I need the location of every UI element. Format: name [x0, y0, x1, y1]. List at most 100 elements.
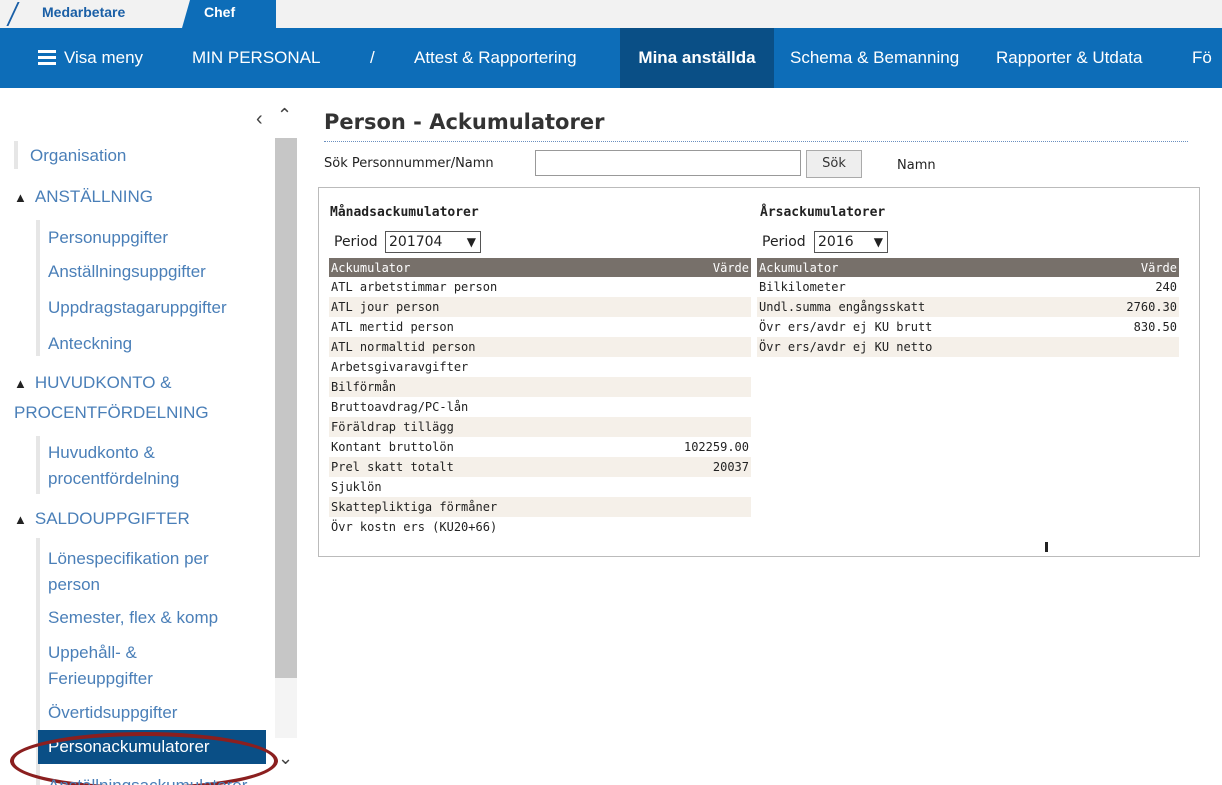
- sidebar-item-lonespecifikation[interactable]: Lönespecifikation per person: [48, 546, 268, 598]
- accumulator-value: 830.50: [1133, 320, 1177, 334]
- accumulator-name: ATL mertid person: [331, 320, 454, 334]
- nav-mina-anstallda[interactable]: Mina anställda: [620, 28, 774, 88]
- table-row[interactable]: Bilkilometer 240: [757, 277, 1179, 297]
- accumulator-name: Övr kostn ers (KU20+66): [331, 520, 498, 534]
- table-row[interactable]: Övr kostn ers (KU20+66): [329, 517, 751, 537]
- scroll-up-icon[interactable]: ⌃: [277, 105, 292, 126]
- table-row[interactable]: Föräldrap tillägg: [329, 417, 751, 437]
- table-row[interactable]: Övr ers/avdr ej KU netto: [757, 337, 1179, 357]
- accumulator-name: Kontant bruttolön: [331, 440, 454, 454]
- table-row[interactable]: ATL jour person: [329, 297, 751, 317]
- show-menu-button[interactable]: Visa meny: [64, 28, 143, 88]
- tab-divider: [6, 2, 20, 26]
- monthly-table: Ackumulator Värde ATL arbetstimmar perso…: [329, 258, 751, 537]
- selected-value: 201704: [389, 234, 443, 250]
- table-row[interactable]: ATL arbetstimmar person: [329, 277, 751, 297]
- table-row[interactable]: Skattepliktiga förmåner: [329, 497, 751, 517]
- column-header[interactable]: Ackumulator: [757, 258, 1039, 277]
- column-header[interactable]: Ackumulator: [329, 258, 611, 277]
- accumulator-value: [611, 357, 751, 377]
- item-line: Uppehåll- &: [48, 643, 137, 662]
- section-saldouppgifter[interactable]: ▲ SALDOUPPGIFTER: [14, 506, 190, 533]
- accumulator-name: Bilförmån: [329, 377, 611, 397]
- chevron-left-icon[interactable]: ‹: [256, 108, 263, 131]
- item-line: person: [48, 575, 100, 594]
- table-row[interactable]: Bruttoavdrag/PC-lån: [329, 397, 751, 417]
- sidebar-item-semester[interactable]: Semester, flex & komp: [48, 605, 268, 631]
- section-indicator: [36, 220, 40, 356]
- accumulator-value: 102259.00: [683, 440, 749, 454]
- app-title[interactable]: MIN PERSONAL: [192, 28, 320, 88]
- main-navigation: Visa meny MIN PERSONAL / Attest & Rappor…: [0, 28, 1222, 88]
- table-row[interactable]: Arbetsgivaravgifter: [329, 357, 751, 377]
- column-header[interactable]: Värde: [1039, 258, 1179, 277]
- name-label: Namn: [897, 158, 936, 173]
- section-title: ANSTÄLLNING: [34, 187, 153, 206]
- breadcrumb-separator: /: [370, 48, 375, 67]
- chevron-up-icon: ▲: [14, 376, 27, 391]
- accumulator-value: [611, 477, 751, 497]
- role-tabs: Medarbetare Chef: [0, 0, 1222, 28]
- accumulator-name: Prel skatt totalt: [329, 457, 611, 477]
- accumulator-value: 240: [1155, 280, 1177, 294]
- nav-more[interactable]: Fö: [1192, 28, 1212, 88]
- column-header[interactable]: Värde: [611, 258, 751, 277]
- sidebar-item-anstallningsackumulatorer[interactable]: Anställningsackumulatorer: [48, 776, 247, 785]
- tab-medarbetare[interactable]: Medarbetare: [42, 0, 125, 28]
- nav-attest-rapportering[interactable]: Attest & Rapportering: [414, 28, 577, 88]
- sidebar-item-uppehall[interactable]: Uppehåll- & Ferieuppgifter: [48, 640, 268, 692]
- sidebar-item-organisation[interactable]: Organisation: [30, 143, 126, 169]
- table-row[interactable]: Sjuklön: [329, 477, 751, 497]
- table-row[interactable]: Bilförmån: [329, 377, 751, 397]
- section-title-line2: PROCENTFÖRDELNING: [14, 403, 209, 422]
- table-row[interactable]: Prel skatt totalt 20037: [329, 457, 751, 477]
- table-row[interactable]: ATL mertid person: [329, 317, 751, 337]
- accumulator-name: ATL arbetstimmar person: [331, 280, 498, 294]
- hamburger-icon[interactable]: [38, 50, 56, 65]
- accumulator-value: [611, 317, 751, 337]
- accumulator-value: [611, 397, 751, 417]
- search-input[interactable]: [535, 150, 801, 176]
- nav-rapporter-utdata[interactable]: Rapporter & Utdata: [996, 28, 1142, 88]
- sidebar: ‹ ⌃ ⌄ Organisation ▲ ANSTÄLLNING Personup…: [0, 88, 300, 785]
- tab-chef[interactable]: Chef: [182, 0, 276, 28]
- item-line: procentfördelning: [48, 469, 180, 488]
- item-line: Huvudkonto &: [48, 443, 155, 462]
- accumulator-name: Bilkilometer: [759, 280, 846, 294]
- yearly-period-select[interactable]: 2016 ▼: [814, 231, 888, 253]
- monthly-period-select[interactable]: 201704 ▼: [385, 231, 481, 253]
- table-row[interactable]: Kontant bruttolön 102259.00: [329, 437, 751, 457]
- table-row[interactable]: Övr ers/avdr ej KU brutt 830.50: [757, 317, 1179, 337]
- table-row[interactable]: Undl.summa engångsskatt 2760.30: [757, 297, 1179, 317]
- text-cursor: [1045, 542, 1048, 552]
- chevron-down-icon: ▼: [873, 235, 883, 249]
- accumulator-name: Bruttoavdrag/PC-lån: [331, 400, 469, 414]
- sidebar-item-overtid[interactable]: Övertidsuppgifter: [48, 700, 268, 726]
- search-button[interactable]: Sök: [806, 150, 862, 178]
- monthly-period-label: Period: [334, 234, 378, 250]
- table-row[interactable]: ATL normaltid person: [329, 337, 751, 357]
- accumulator-value: [1039, 337, 1179, 357]
- sidebar-item-uppdragstagaruppgifter[interactable]: Uppdragstagaruppgifter: [48, 295, 268, 321]
- sidebar-item-huvudkonto[interactable]: Huvudkonto & procentfördelning: [48, 440, 268, 492]
- accumulator-value: [611, 337, 751, 357]
- accumulator-name: ATL jour person: [329, 297, 611, 317]
- sidebar-item-personuppgifter[interactable]: Personuppgifter: [48, 225, 268, 251]
- sidebar-item-anteckning[interactable]: Anteckning: [48, 331, 268, 357]
- accumulator-value: [611, 517, 751, 537]
- scrollbar-thumb[interactable]: [275, 138, 297, 678]
- yearly-period-label: Period: [762, 234, 806, 250]
- accumulator-value: [611, 497, 751, 517]
- sidebar-item-anstallningsuppgifter[interactable]: Anställningsuppgifter: [48, 259, 268, 285]
- section-indicator: [36, 436, 40, 494]
- accumulator-name: Övr ers/avdr ej KU netto: [757, 337, 1039, 357]
- item-line: Ferieuppgifter: [48, 669, 153, 688]
- item-indicator: [14, 141, 18, 169]
- section-anstallning[interactable]: ▲ ANSTÄLLNING: [14, 184, 153, 211]
- scroll-down-icon[interactable]: ⌄: [278, 748, 293, 769]
- accumulator-value: [611, 377, 751, 397]
- nav-schema-bemanning[interactable]: Schema & Bemanning: [790, 28, 959, 88]
- section-title: SALDOUPPGIFTER: [34, 509, 190, 528]
- title-divider: [324, 141, 1188, 142]
- section-huvudkonto[interactable]: ▲ HUVUDKONTO &: [14, 370, 172, 397]
